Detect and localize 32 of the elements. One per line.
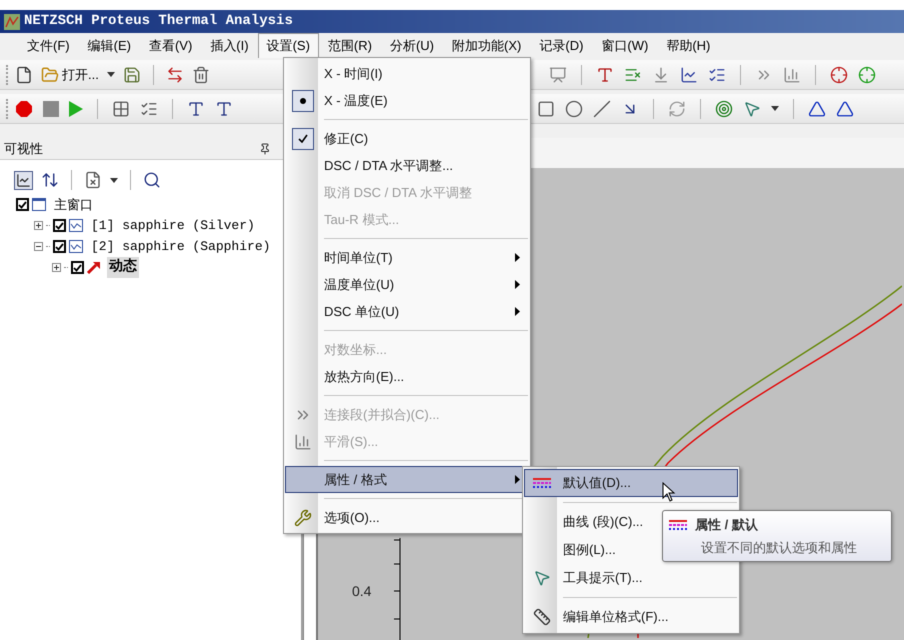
menu-title[interactable]: 帮助(H) [657, 33, 720, 58]
menu-title[interactable]: 文件(F) [18, 33, 79, 58]
menu-item[interactable]: 编辑单位格式(F)... [524, 603, 738, 631]
open-button[interactable]: 打开... [41, 64, 99, 84]
menu-title[interactable]: 范围(R) [318, 33, 381, 58]
menu-item[interactable]: 修正(C) [285, 125, 529, 152]
tree-item[interactable]: [1] sapphire (Silver) [89, 216, 257, 236]
menu-item[interactable]: 放热方向(E)... [285, 363, 529, 390]
tooltip-text: 设置不同的默认选项和属性 [700, 538, 858, 556]
tree-item[interactable]: 动态 [107, 257, 139, 278]
menu-title[interactable]: 编辑(E) [78, 33, 140, 58]
menu-title[interactable]: 插入(I) [201, 33, 258, 58]
menu-item[interactable]: 默认值(D)... [524, 469, 738, 497]
menu-title[interactable]: 设置(S) [258, 33, 319, 58]
menu-item[interactable]: 温度单位(U) [285, 271, 529, 298]
menu-item[interactable]: X - 时间(I) [285, 60, 529, 87]
menu-title[interactable]: 窗口(W) [592, 33, 658, 58]
menu-title[interactable]: 记录(D) [530, 33, 592, 58]
menu-item[interactable]: 时间单位(T) [285, 244, 529, 271]
menu-item[interactable]: 工具提示(T)... [524, 564, 738, 592]
tooltip-title: 属性 / 默认 [695, 516, 758, 534]
menu-title[interactable]: 查看(V) [140, 33, 202, 58]
panel-title: 可视性 [4, 140, 43, 158]
axis-tick-label: 0.4 [352, 582, 372, 601]
title-bar: NETZSCH Proteus Thermal Analysis [0, 10, 904, 33]
tree-item[interactable]: 主窗口 [52, 194, 95, 214]
menu-item[interactable]: DSC / DTA 水平调整... [285, 152, 529, 179]
tree-item[interactable]: [2] sapphire (Sapphire) [89, 236, 272, 256]
menu-title[interactable]: 附加功能(X) [443, 33, 530, 58]
menu-title[interactable]: 分析(U) [380, 33, 444, 58]
menu-item[interactable]: DSC 单位(U) [285, 298, 529, 325]
menu-item[interactable]: X - 温度(E) [285, 87, 529, 114]
